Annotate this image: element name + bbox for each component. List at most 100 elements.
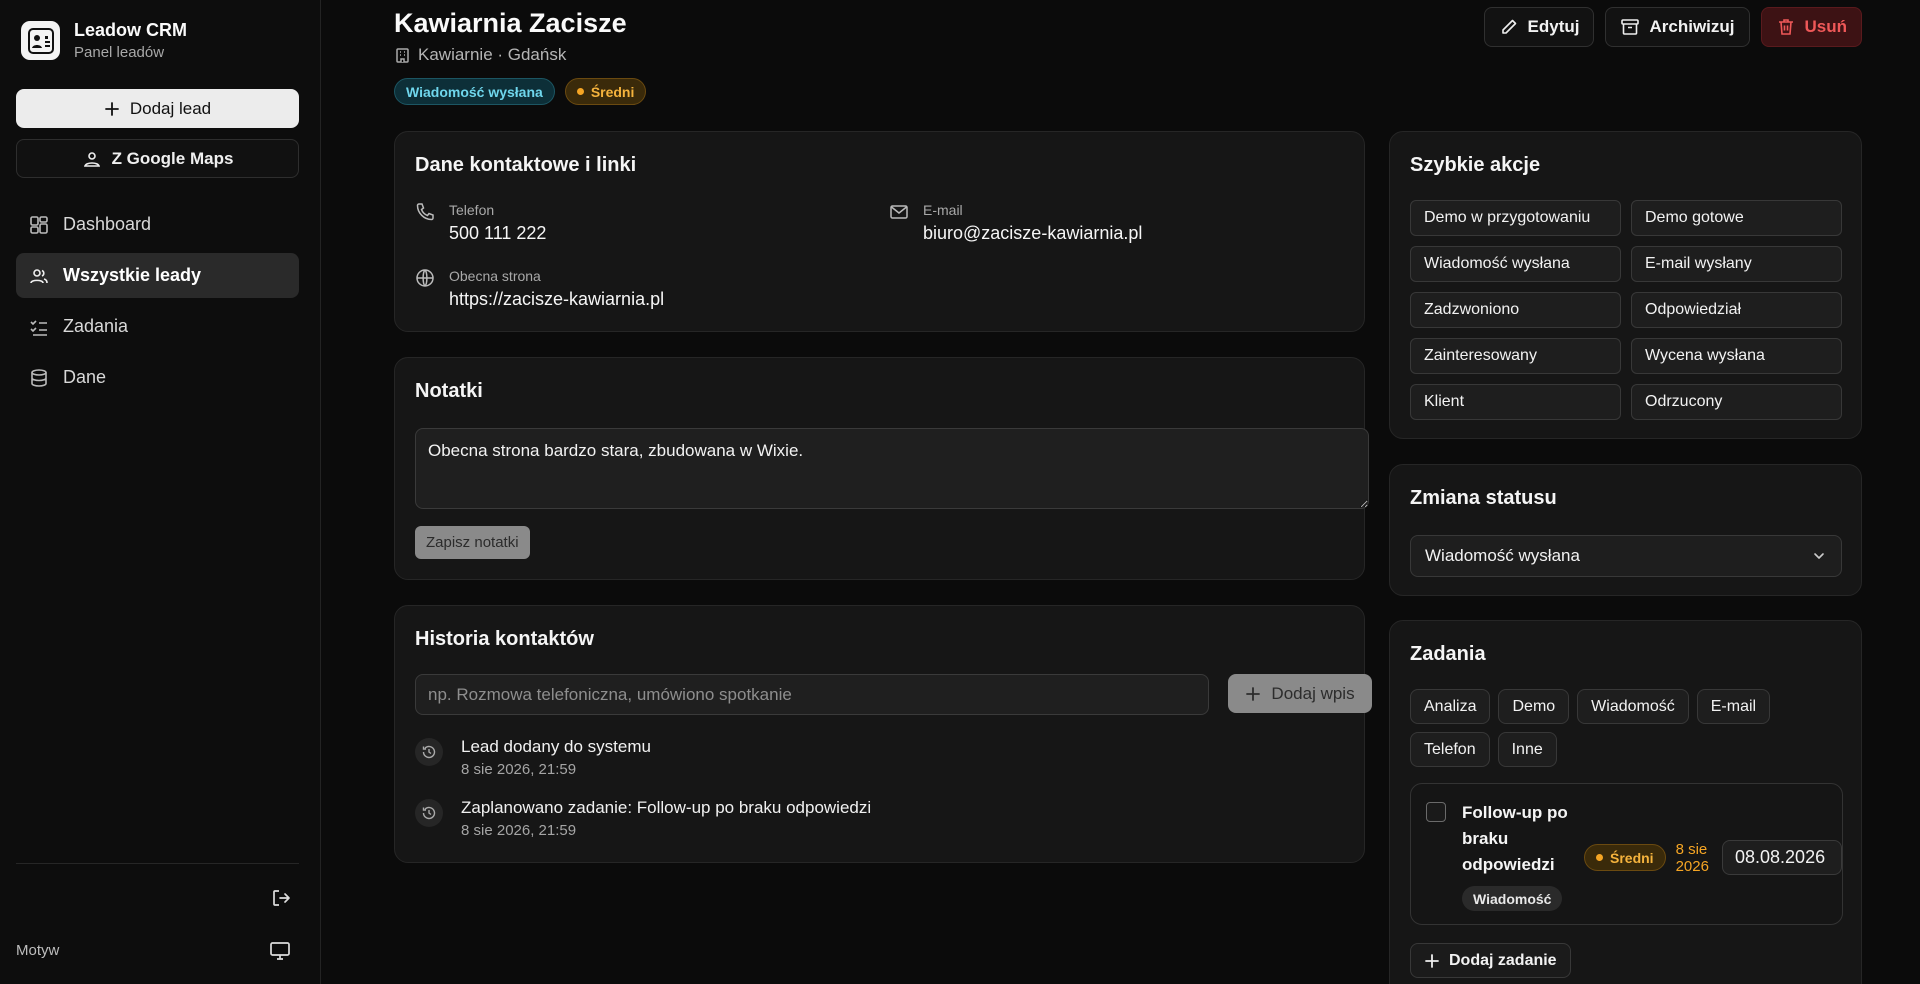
- quick-action-message-sent[interactable]: Wiadomość wysłana: [1410, 246, 1621, 282]
- sidebar-item-label: Dane: [63, 367, 107, 387]
- website-label: Obecna strona: [449, 268, 541, 284]
- sidebar-item-data[interactable]: Dane: [16, 355, 299, 400]
- lead-badges: Wiadomość wysłana Średni: [394, 78, 647, 105]
- task-priority-badge: Średni: [1584, 844, 1666, 871]
- save-notes-button[interactable]: Zapisz notatki: [415, 526, 530, 559]
- priority-dot-icon: [1596, 854, 1603, 861]
- lead-category-city: Kawiarnie · Gdańsk: [418, 45, 567, 64]
- trash-icon: [1778, 19, 1793, 35]
- archive-button[interactable]: Archiwizuj: [1605, 7, 1750, 47]
- notes-textarea[interactable]: [415, 428, 1369, 509]
- delete-button[interactable]: Usuń: [1760, 7, 1862, 47]
- history-entry-time: 8 sie 2026, 21:59: [461, 761, 577, 778]
- plus-icon: [1246, 686, 1261, 701]
- google-maps-label: Z Google Maps: [111, 148, 234, 168]
- sidebar-item-label: Zadania: [63, 316, 129, 336]
- status-select-value: Wiadomość wysłana: [1425, 546, 1580, 565]
- task-checkbox[interactable]: [1426, 802, 1446, 822]
- quick-action-rejected[interactable]: Odrzucony: [1631, 384, 1842, 420]
- sidebar-item-all-leads[interactable]: Wszystkie leady: [16, 253, 299, 298]
- sidebar-item-tasks[interactable]: Zadania: [16, 304, 299, 349]
- phone-value[interactable]: 500 111 222: [449, 223, 546, 244]
- sidebar-item-label: Wszystkie leady: [63, 265, 202, 285]
- quick-action-client[interactable]: Klient: [1410, 384, 1621, 420]
- quick-action-email-sent[interactable]: E-mail wysłany: [1631, 246, 1842, 282]
- status-badge: Wiadomość wysłana: [394, 78, 555, 105]
- archive-icon: [1621, 19, 1640, 35]
- history-entry-input[interactable]: [415, 674, 1209, 715]
- task-type-phone[interactable]: Telefon: [1410, 732, 1490, 767]
- logout-icon: [273, 890, 290, 906]
- history-entry-time: 8 sie 2026, 21:59: [461, 822, 577, 839]
- add-entry-label: Dodaj wpis: [1271, 683, 1355, 703]
- task-type-demo[interactable]: Demo: [1498, 689, 1570, 724]
- email-label: E-mail: [923, 202, 963, 218]
- history-entry-text: Lead dodany do systemu: [461, 737, 651, 756]
- quick-action-demo-ready[interactable]: Demo gotowe: [1631, 200, 1842, 236]
- status-select[interactable]: Wiadomość wysłana: [1410, 535, 1842, 577]
- task-type-email[interactable]: E-mail: [1696, 689, 1771, 724]
- archive-label: Archiwizuj: [1649, 17, 1735, 36]
- add-task-button[interactable]: Dodaj zadanie: [1410, 943, 1571, 978]
- task-type-analysis[interactable]: Analiza: [1410, 689, 1491, 724]
- history-icon: [415, 799, 443, 827]
- add-lead-label: Dodaj lead: [129, 98, 212, 118]
- mail-icon: [890, 205, 908, 219]
- add-entry-button[interactable]: Dodaj wpis: [1228, 674, 1372, 713]
- history-card: Historia kontaktów Dodaj wpis Lead dodan…: [394, 605, 1372, 863]
- building-icon: [396, 47, 409, 63]
- edit-label: Edytuj: [1527, 17, 1580, 36]
- website-link[interactable]: https://zacisze-kawiarnia.pl: [449, 289, 664, 310]
- map-pin-user-icon: [83, 151, 100, 167]
- sidebar-item-label: Dashboard: [63, 214, 152, 234]
- task-type-other[interactable]: Inne: [1497, 732, 1557, 767]
- quick-action-interested[interactable]: Zainteresowany: [1410, 338, 1621, 374]
- task-type-message[interactable]: Wiadomość: [1577, 689, 1689, 724]
- add-lead-button[interactable]: Dodaj lead: [16, 89, 299, 128]
- app-logo-icon: [21, 21, 60, 60]
- quick-action-called[interactable]: Zadzwoniono: [1410, 292, 1621, 328]
- history-entry-text: Zaplanowano zadanie: Follow-up po braku …: [461, 798, 872, 817]
- email-item: E-mail biuro@zacisze-kawiarnia.pl: [889, 202, 1142, 244]
- status-change-card: Zmiana statusu Wiadomość wysłana: [1389, 464, 1862, 596]
- quick-action-demo-in-progress[interactable]: Demo w przygotowaniu: [1410, 200, 1621, 236]
- delete-label: Usuń: [1804, 17, 1848, 36]
- quick-actions-grid: Demo w przygotowaniu Demo gotowe Wiadomo…: [1410, 200, 1842, 420]
- users-icon: [30, 268, 48, 283]
- theme-toggle-button[interactable]: [269, 940, 291, 962]
- history-icon: [415, 738, 443, 766]
- task-priority-label: Średni: [1610, 849, 1654, 866]
- notes-card: Notatki Zapisz notatki: [394, 357, 1369, 580]
- plus-icon: [1425, 953, 1439, 968]
- logout-button[interactable]: [270, 887, 292, 909]
- priority-badge-label: Średni: [590, 83, 635, 100]
- theme-label: Motyw: [16, 942, 60, 959]
- dashboard-icon: [30, 215, 48, 234]
- phone-item: Telefon 500 111 222: [415, 202, 546, 244]
- quick-actions-title: Szybkie akcje: [1410, 154, 1541, 176]
- contact-card-title: Dane kontaktowe i linki: [415, 154, 637, 176]
- tasks-icon: [30, 319, 47, 336]
- google-maps-button[interactable]: Z Google Maps: [16, 139, 299, 178]
- add-task-label: Dodaj zadanie: [1449, 951, 1557, 969]
- website-item: Obecna strona https://zacisze-kawiarnia.…: [415, 268, 664, 310]
- task-type-chips: Analiza Demo Wiadomość E-mail Telefon In…: [1410, 689, 1840, 767]
- history-entry: Lead dodany do systemu 8 sie 2026, 21:59: [415, 737, 651, 778]
- priority-badge: Średni: [564, 78, 647, 105]
- task-due-date: 8 sie 2026: [1675, 840, 1709, 875]
- quick-action-quote-sent[interactable]: Wycena wysłana: [1631, 338, 1842, 374]
- page-title: Kawiarnia Zacisze: [394, 8, 627, 38]
- chevron-down-icon: [1814, 553, 1824, 559]
- brand: Leadow CRM Panel leadów: [21, 20, 187, 61]
- phone-label: Telefon: [449, 202, 495, 218]
- task-date-input[interactable]: [1722, 840, 1842, 875]
- sidebar-item-dashboard[interactable]: Dashboard: [16, 202, 299, 247]
- lead-actions: Edytuj Archiwizuj Usuń: [1483, 7, 1862, 47]
- plus-icon: [104, 101, 119, 116]
- phone-icon: [416, 203, 434, 221]
- email-value[interactable]: biuro@zacisze-kawiarnia.pl: [923, 223, 1142, 244]
- pencil-icon: [1501, 19, 1516, 34]
- history-entry: Zaplanowano zadanie: Follow-up po braku …: [415, 798, 871, 839]
- edit-button[interactable]: Edytuj: [1483, 7, 1595, 47]
- quick-action-replied[interactable]: Odpowiedział: [1631, 292, 1842, 328]
